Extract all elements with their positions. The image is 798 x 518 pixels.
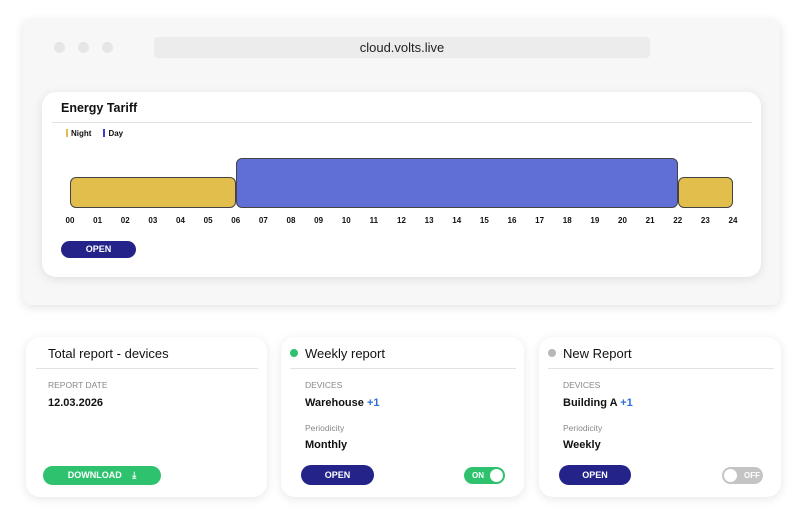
x-tick-label: 19	[590, 216, 600, 225]
x-tick-label: 24	[728, 216, 738, 225]
x-tick-label: 21	[645, 216, 655, 225]
x-tick-label: 10	[341, 216, 351, 225]
divider	[290, 368, 516, 369]
tariff-bar-night	[677, 177, 733, 208]
periodicity-value: Weekly	[563, 439, 601, 451]
divider	[548, 368, 774, 369]
report-title: New Report	[563, 346, 632, 361]
x-tick-label: 00	[65, 216, 75, 225]
x-tick-label: 18	[562, 216, 572, 225]
window-maximize-dot[interactable]	[102, 42, 113, 53]
tariff-bar-night	[70, 177, 236, 208]
x-tick-label: 08	[286, 216, 296, 225]
status-dot-active	[290, 349, 298, 357]
devices-more-link[interactable]: +1	[367, 397, 380, 409]
tariff-title: Energy Tariff	[61, 101, 138, 115]
toggle-knob	[724, 469, 737, 482]
x-tick-label: 07	[258, 216, 268, 225]
x-tick-label: 03	[148, 216, 158, 225]
legend-night: Night	[66, 129, 91, 138]
window-minimize-dot[interactable]	[78, 42, 89, 53]
x-tick-label: 23	[700, 216, 710, 225]
x-tick-label: 17	[535, 216, 545, 225]
address-bar[interactable]: cloud.volts.live	[154, 37, 650, 58]
x-tick-label: 22	[673, 216, 683, 225]
divider	[36, 368, 258, 369]
report-title: Weekly report	[305, 346, 385, 361]
new-toggle[interactable]: OFF	[722, 467, 763, 484]
report-title: Total report - devices	[48, 346, 169, 361]
x-tick-label: 02	[120, 216, 130, 225]
devices-value: Building A +1	[563, 397, 633, 409]
status-dot-inactive	[548, 349, 556, 357]
toggle-label: ON	[472, 471, 484, 480]
periodicity-value: Monthly	[305, 439, 348, 451]
x-tick-label: 16	[507, 216, 517, 225]
download-label: DOWNLOAD	[67, 470, 122, 480]
x-tick-label: 14	[452, 216, 462, 225]
toggle-knob	[490, 469, 503, 482]
x-tick-label: 01	[93, 216, 103, 225]
devices-label: DEVICES	[563, 380, 601, 390]
devices-more-link[interactable]: +1	[620, 397, 633, 409]
periodicity-label: Periodicity	[563, 423, 603, 433]
x-tick-label: 20	[618, 216, 627, 225]
window-close-dot[interactable]	[54, 42, 65, 53]
report-date-value: 12.03.2026	[48, 397, 104, 409]
x-tick-label: 13	[424, 216, 434, 225]
report-date-label: REPORT DATE	[48, 380, 108, 390]
weekly-open-button[interactable]: OPEN	[301, 465, 374, 485]
x-tick-label: 04	[176, 216, 185, 225]
periodicity-label: Periodicity	[305, 423, 345, 433]
divider	[52, 122, 752, 123]
devices-label: DEVICES	[305, 380, 343, 390]
x-tick-label: 09	[314, 216, 324, 225]
tariff-open-button[interactable]: OPEN	[61, 241, 136, 258]
x-tick-label: 11	[369, 216, 379, 225]
x-tick-label: 06	[231, 216, 241, 225]
x-tick-label: 15	[479, 216, 489, 225]
tariff-bar-day	[235, 158, 678, 208]
x-tick-label: 12	[397, 216, 406, 225]
weekly-toggle[interactable]: ON	[464, 467, 505, 484]
devices-value: Warehouse +1	[305, 397, 380, 409]
download-button[interactable]: DOWNLOAD ⤓	[43, 466, 161, 485]
chart-legend: Night Day	[66, 129, 123, 138]
toggle-label: OFF	[744, 471, 760, 480]
legend-day: Day	[103, 129, 123, 138]
x-tick-label: 05	[203, 216, 213, 225]
new-open-button[interactable]: OPEN	[559, 465, 631, 485]
download-icon: ⤓	[132, 470, 137, 480]
